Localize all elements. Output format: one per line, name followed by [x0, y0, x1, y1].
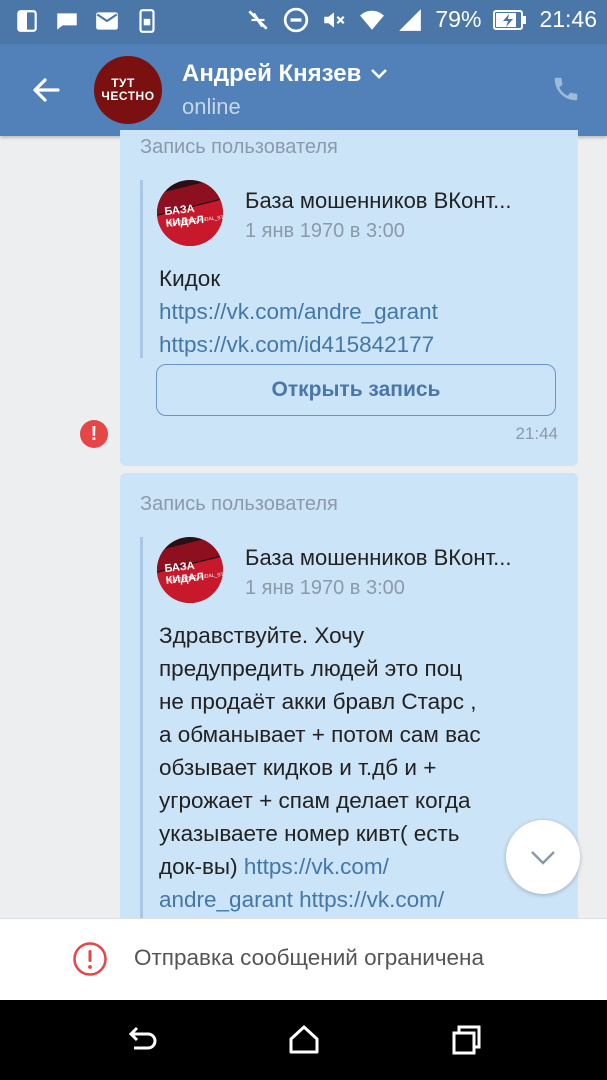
post-label: Запись пользователя: [140, 493, 338, 515]
group-avatar[interactable]: БАЗА КИДАЛ VK.COM/BAZAKIDAL_STOPKID: [157, 537, 223, 603]
messaging-restricted-bar: Отправка сообщений ограничена: [0, 918, 607, 1001]
status-bar: 79% 21:46: [0, 0, 607, 44]
post-link[interactable]: https://vk.com/: [299, 887, 444, 912]
home-icon[interactable]: [286, 1022, 322, 1058]
reposted-post: БАЗА КИДАЛ VK.COM/BAZAKIDAL_STOPKID База…: [140, 180, 563, 358]
group-avatar[interactable]: БАЗА КИДАЛ VK.COM/BAZAKIDAL_STOPKID: [157, 180, 223, 246]
avatar[interactable]: ТУТ ЧЕСТНО: [94, 56, 162, 124]
warning-circle-icon: [73, 942, 107, 976]
phone-data-icon: [139, 9, 155, 33]
contact-name[interactable]: Андрей Князев: [182, 60, 389, 88]
post-text: Кидок https://vk.com/andre_garant https:…: [159, 262, 569, 361]
chat-header: ТУТ ЧЕСТНО Андрей Князев online: [0, 44, 607, 136]
post-text-line: обзывает кидков и т.дб и +: [159, 755, 437, 780]
reposted-post: БАЗА КИДАЛ VK.COM/BAZAKIDAL_STOPKID База…: [140, 537, 563, 937]
post-text-line: а обманывает + потом сам вас: [159, 722, 481, 747]
post-author[interactable]: База мошенников ВКонт...: [245, 188, 561, 214]
recent-apps-icon[interactable]: [448, 1022, 484, 1058]
signal-icon: [399, 8, 422, 31]
clock: 21:46: [539, 6, 597, 32]
chat-icon: [57, 13, 77, 30]
post-text-line: не продаёт акки бравл Старс ,: [159, 689, 477, 714]
sim-icon: [17, 10, 37, 32]
scroll-down-button[interactable]: [506, 820, 580, 894]
message-bubble[interactable]: Запись пользователя БАЗА КИДАЛ VK.COM/BA…: [120, 130, 578, 466]
avatar-text-line2: ЧЕСТНО: [101, 89, 155, 103]
open-post-button[interactable]: Открыть запись: [156, 364, 556, 416]
post-link[interactable]: https://vk.com/: [244, 854, 389, 879]
post-link[interactable]: https://vk.com/andre_garant: [159, 295, 569, 328]
battery-icon: [493, 9, 527, 30]
post-text-line: Здравствуйте. Хочу: [159, 623, 365, 648]
battery-percent: 79%: [435, 6, 482, 32]
restriction-text: Отправка сообщений ограничена: [134, 945, 484, 970]
message-time: 21:44: [515, 424, 558, 443]
post-text: Здравствуйте. Хочу предупредить людей эт…: [159, 619, 569, 916]
back-arrow-icon[interactable]: [28, 72, 64, 108]
post-text-line: Кидок: [159, 266, 221, 291]
mute-icon: [324, 11, 345, 28]
system-nav-bar: [0, 1000, 607, 1080]
nfc-off-icon: [248, 9, 269, 30]
post-date: 1 янв 1970 в 3:00: [245, 220, 405, 242]
back-icon[interactable]: [124, 1022, 160, 1058]
post-author[interactable]: База мошенников ВКонт...: [245, 545, 561, 571]
phone-call-icon[interactable]: [551, 74, 581, 104]
mail-icon: [96, 12, 118, 30]
post-link[interactable]: https://vk.com/id415842177: [159, 328, 569, 361]
chevron-down-icon: [371, 69, 388, 79]
do-not-disturb-icon: [284, 7, 309, 32]
post-label: Запись пользователя: [140, 136, 338, 158]
wifi-icon: [360, 10, 385, 30]
post-text-fragment: док-вы): [159, 854, 238, 879]
chevron-down-icon: [531, 851, 555, 865]
post-link[interactable]: andre_garant: [159, 887, 293, 912]
contact-status: online: [182, 94, 241, 119]
contact-name-text: Андрей Князев: [182, 60, 362, 87]
post-text-line: andre_garant https://vk.com/: [159, 883, 569, 916]
post-date: 1 янв 1970 в 3:00: [245, 577, 405, 599]
post-text-line: предупредить людей это поц: [159, 656, 463, 681]
send-error-icon[interactable]: !: [80, 420, 108, 448]
post-text-line: угрожает + спам делает когда: [159, 788, 471, 813]
